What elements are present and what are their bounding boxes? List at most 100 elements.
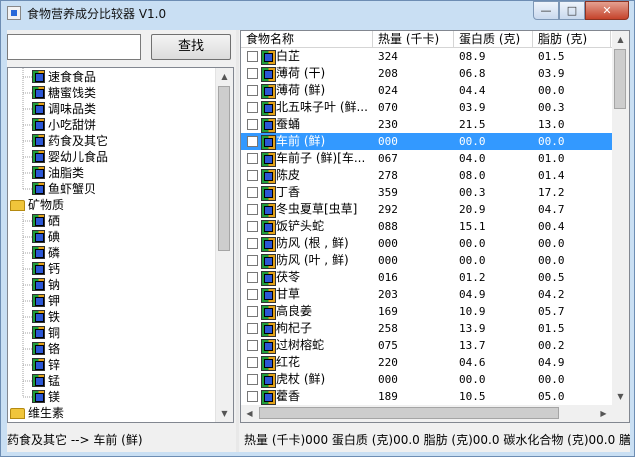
column-header[interactable]: 热量 (千卡) [373,31,454,48]
table-row[interactable]: 白芷32408.901.568 [241,48,629,65]
scroll-down-icon[interactable]: ▼ [612,388,629,405]
row-checkbox[interactable] [247,85,258,96]
column-header[interactable]: 食物名称 [241,31,373,48]
row-checkbox[interactable] [247,391,258,402]
row-checkbox[interactable] [247,68,258,79]
tree-folder[interactable]: 矿物质 [10,197,64,213]
table-row[interactable]: 薄荷 (鲜)02404.400.001 [241,82,629,99]
table-hscrollbar[interactable]: ◀ ▶ [241,405,612,422]
tree-item[interactable]: 糖蜜饯类 [32,85,96,101]
row-checkbox[interactable] [247,153,258,164]
table-row[interactable]: 丁香35900.317.250 [241,184,629,201]
row-checkbox[interactable] [247,255,258,266]
tree-item[interactable]: 碘 [32,229,60,245]
tree-item[interactable]: 磷 [32,245,60,261]
table-row[interactable]: 车前 (鲜)00000.000.000 [241,133,629,150]
tree-scroll-thumb[interactable] [218,86,230,251]
row-checkbox[interactable] [247,238,258,249]
table-vscrollbar[interactable]: ▲ ▼ [612,31,629,405]
tree-item[interactable]: 铬 [32,341,60,357]
tree-item[interactable]: 钾 [32,293,60,309]
row-checkbox[interactable] [247,119,258,130]
table-row[interactable]: 藿香18910.505.025 [241,388,629,405]
table-row[interactable]: 高良姜16910.905.718 [241,303,629,320]
value-cell: 00.0 [459,135,486,148]
row-checkbox[interactable] [247,289,258,300]
scroll-right-icon[interactable]: ▶ [595,405,612,422]
maximize-button[interactable]: □ [559,1,585,20]
food-item-icon [261,84,276,99]
table-row[interactable]: 枸杞子25813.901.547 [241,320,629,337]
row-checkbox[interactable] [247,357,258,368]
table-vscroll-thumb[interactable] [614,49,626,109]
food-item-icon [261,288,276,303]
food-category-icon [32,310,45,323]
tree-item[interactable]: 小吃甜饼 [32,117,96,133]
row-checkbox[interactable] [247,323,258,334]
row-checkbox[interactable] [247,221,258,232]
row-checkbox[interactable] [247,102,258,113]
table-hscroll-thumb[interactable] [259,407,559,419]
row-checkbox[interactable] [247,204,258,215]
value-cell: 13.0 [538,118,565,131]
tree-item[interactable]: 锰 [32,373,60,389]
table-row[interactable]: 陈皮27808.001.458 [241,167,629,184]
table-row[interactable]: 北五味子叶 (鲜...07003.900.313 [241,99,629,116]
row-checkbox[interactable] [247,306,258,317]
table-row[interactable]: 防风 (叶 , 鲜)00000.000.000 [241,252,629,269]
table-row[interactable]: 蚕蛹23021.513.006 [241,116,629,133]
tree-item[interactable]: 速食食品 [32,69,96,85]
food-item-icon [261,271,276,286]
tree-item[interactable]: 铁 [32,309,60,325]
food-name-cell: 红花 [276,355,301,369]
table-row[interactable]: 茯苓01601.200.501 [241,269,629,286]
search-input[interactable] [7,34,141,60]
tree-item[interactable]: 药食及其它 [32,133,108,149]
tree-item[interactable]: 硒 [32,213,60,229]
table-row[interactable]: 防风 (根 , 鲜)00000.000.000 [241,235,629,252]
row-checkbox[interactable] [247,51,258,62]
tree-item[interactable]: 调味品类 [32,101,96,117]
column-header[interactable]: 蛋白质 (克) [454,31,533,48]
tree-item[interactable]: 铜 [32,325,60,341]
tree-item-label: 鱼虾蟹贝 [48,182,97,196]
title-bar[interactable]: 食物营养成分比较器 V1.0 — □ ✕ [1,1,634,25]
table-row[interactable]: 甘草20304.904.236 [241,286,629,303]
food-table[interactable]: 食物名称热量 (千卡)蛋白质 (克)脂肪 (克)碳 白芷32408.901.56… [240,30,630,423]
tree-item[interactable]: 婴幼儿食品 [32,149,108,165]
table-row[interactable]: 过树榕蛇07513.700.204 [241,337,629,354]
row-checkbox[interactable] [247,170,258,181]
tree-item[interactable]: 锌 [32,357,60,373]
tree-folder[interactable]: 维生素 [10,405,64,421]
table-row[interactable]: 饭铲头蛇08815.100.406 [241,218,629,235]
row-checkbox[interactable] [247,272,258,283]
tree-item[interactable]: 镁 [32,389,60,405]
minimize-button[interactable]: — [533,1,559,20]
column-header[interactable]: 脂肪 (克) [533,31,611,48]
row-checkbox[interactable] [247,187,258,198]
scroll-left-icon[interactable]: ◀ [241,405,258,422]
search-button[interactable]: 查找 [151,34,231,60]
table-row[interactable]: 冬虫夏草[虫草]29220.904.741 [241,201,629,218]
table-row[interactable]: 车前子 (鲜)[车...06704.001.010 [241,150,629,167]
tree-item[interactable]: 钙 [32,261,60,277]
food-item-icon [261,101,276,116]
tree-item[interactable]: 鱼虾蟹贝 [32,181,96,197]
value-cell: 04.0 [459,152,486,165]
category-tree[interactable]: 速食食品 糖蜜饯类 调味品类 小吃甜饼 药食及其它 婴幼儿食品 油脂类 鱼虾蟹贝 矿物质硒碘磷钙… [7,67,234,423]
row-checkbox[interactable] [247,340,258,351]
table-row[interactable]: 薄荷 (干)20806.803.936 [241,65,629,82]
scroll-down-icon[interactable]: ▼ [216,405,233,422]
scroll-up-icon[interactable]: ▲ [612,31,629,48]
row-checkbox[interactable] [247,136,258,147]
tree-scrollbar[interactable]: ▲ ▼ [215,68,233,422]
tree-item[interactable]: 油脂类 [32,165,84,181]
pane-splitter[interactable] [236,30,239,452]
tree-item[interactable]: 钠 [32,277,60,293]
table-row[interactable]: 红花22004.604.939 [241,354,629,371]
row-checkbox[interactable] [247,374,258,385]
food-category-icon [32,166,45,179]
table-row[interactable]: 虎杖 (鲜)00000.000.000 [241,371,629,388]
scroll-up-icon[interactable]: ▲ [216,68,233,85]
close-button[interactable]: ✕ [585,1,629,20]
